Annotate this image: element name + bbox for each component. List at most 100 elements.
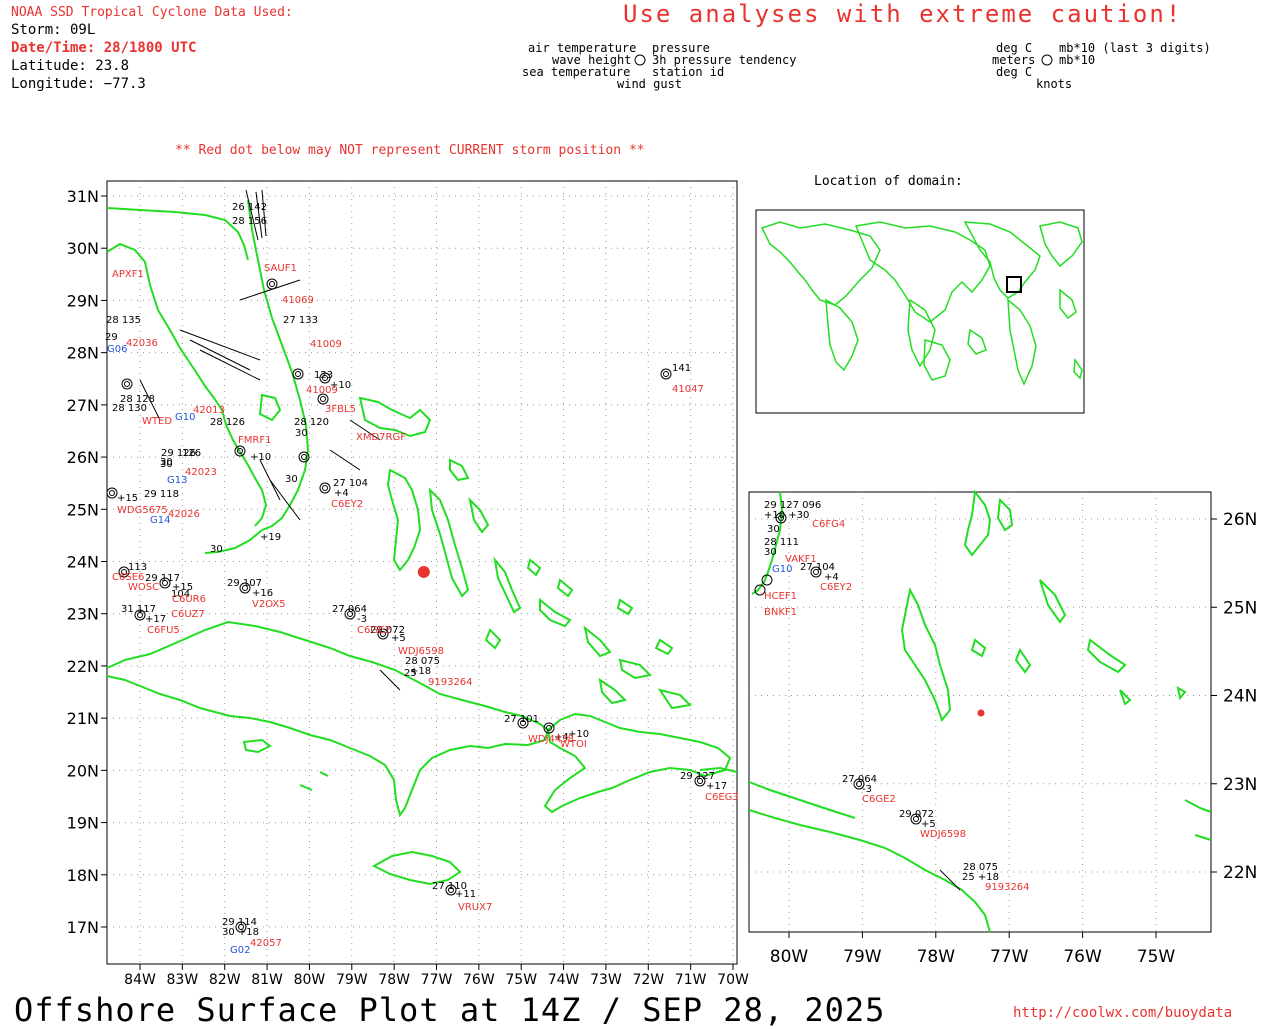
main-lon-label: 70W: [717, 972, 749, 988]
main-lon-label: 81W: [251, 972, 283, 988]
main-lon-label: 76W: [463, 972, 495, 988]
main-lat-label: 25N: [67, 500, 99, 519]
main-lon-label: 73W: [590, 972, 622, 988]
inset-lon-label: 79W: [843, 947, 882, 967]
inset-lon-label: 80W: [770, 947, 809, 967]
inset-lat-label: 23N: [1223, 775, 1257, 795]
main-lon-labels: 84W 83W 82W 81W 80W 79W 78W 77W 76W 75W 74W 73W 72W 7…: [124, 972, 749, 988]
main-lat-label: 28N: [67, 344, 99, 363]
main-lat-label: 17N: [67, 918, 99, 937]
main-lon-label: 71W: [675, 972, 707, 988]
main-lon-label: 75W: [505, 972, 537, 988]
main-lat-label: 21N: [67, 709, 99, 728]
inset-storm-dot[interactable]: [977, 709, 985, 717]
station-id-label: G02: [230, 945, 250, 956]
main-lon-label: 74W: [548, 972, 580, 988]
observation-text: 28 130: [112, 403, 147, 414]
main-lat-label: 20N: [67, 761, 99, 780]
observation-text: 29 118: [144, 489, 179, 500]
key-circle-units: [1041, 54, 1053, 66]
station-id-label: 42023: [185, 467, 217, 478]
observation-text: +17: [706, 781, 727, 792]
observation-text: 26 142: [232, 202, 267, 213]
station-id-label: G13: [167, 475, 187, 486]
main-lat-labels: 31N 30N 29N 28N 27N 26N 25N 24N 23N 22N 21N 20N 19N 1…: [67, 187, 99, 937]
observation-text: +17: [145, 614, 166, 625]
station-id-label: 3FBL5: [325, 404, 356, 415]
observation-text: 30: [160, 457, 173, 468]
inset-lon-label: 76W: [1063, 947, 1102, 967]
observation-text: 29: [105, 332, 118, 343]
locator-map: [755, 209, 1085, 414]
main-lon-label: 72W: [632, 972, 664, 988]
main-lat-label: 29N: [67, 291, 99, 310]
station-id-label: C6EY2: [331, 499, 363, 510]
observation-text: 30: [295, 428, 308, 439]
station-id-label: 41009: [306, 385, 338, 396]
main-lon-label: 80W: [294, 972, 326, 988]
footer-title: Offshore Surface Plot at 14Z / SEP 28, 2…: [14, 991, 886, 1029]
station-id-label: G06: [107, 344, 127, 355]
inset-station-id-label: C6EY2: [820, 582, 852, 593]
observation-text: +10: [250, 452, 271, 463]
inset-lat-label: 22N: [1223, 863, 1257, 883]
station-id-label: V2OX5: [252, 599, 286, 610]
main-lat-label: 18N: [67, 866, 99, 885]
main-lon-label: 84W: [124, 972, 156, 988]
inset-lat-label: 24N: [1223, 687, 1257, 707]
inset-observation-text: 30: [764, 547, 777, 558]
observation-text: 25: [404, 668, 417, 679]
observation-text: +4: [334, 488, 349, 499]
station-id-label: VRUX7: [458, 902, 492, 913]
inset-observation-text: 30: [767, 524, 780, 535]
observation-text: 27 133: [283, 315, 318, 326]
inset-station-id-label: HCEF1: [764, 591, 797, 602]
main-lon-label: 82W: [209, 972, 241, 988]
inset-lon-label: 78W: [917, 947, 956, 967]
main-lat-label: 22N: [67, 657, 99, 676]
main-lon-label: 77W: [421, 972, 453, 988]
inset-station-id-label: C6FG4: [812, 519, 845, 530]
inset-station-id-label: C6GE2: [862, 794, 896, 805]
station-id-label: C6EG3: [705, 792, 739, 803]
observation-text: +11: [455, 889, 476, 900]
inset-lon-label: 75W: [1137, 947, 1176, 967]
observation-text: 28 126: [210, 417, 245, 428]
station-id-label: C6GE2: [357, 625, 391, 636]
station-id-label: 42026: [168, 509, 200, 520]
main-lat-label: 27N: [67, 396, 99, 415]
station-id-label: 41047: [672, 384, 704, 395]
station-id-label: APXF1: [112, 269, 144, 280]
station-id-label: 42036: [126, 338, 158, 349]
key-circle: [634, 54, 646, 66]
observation-text: 28 135: [106, 315, 141, 326]
inset-lon-label: 77W: [990, 947, 1029, 967]
inset-lat-label: 26N: [1223, 510, 1257, 530]
observation-text: 141: [672, 363, 691, 374]
observation-text: -3: [357, 614, 367, 625]
observation-text: +15: [117, 493, 138, 504]
observation-text: 126: [182, 448, 201, 459]
observation-text: 28 156: [232, 216, 267, 227]
main-lon-label: 83W: [167, 972, 199, 988]
main-lat-label: 23N: [67, 605, 99, 624]
main-lat-label: 31N: [67, 187, 99, 206]
observation-text: +16: [252, 588, 273, 599]
station-id-label: C6UR6: [172, 594, 206, 605]
storm-position-dot[interactable]: [417, 565, 430, 578]
station-id-label: C6UZ7: [171, 609, 205, 620]
main-map[interactable]: [101, 180, 738, 970]
station-id-label: C6FU5: [147, 625, 180, 636]
locator-frame: [755, 209, 1085, 414]
inset-station-id-label: BNKF1: [764, 607, 797, 618]
footer-url[interactable]: http://coolwx.com/buoydata: [1013, 1006, 1232, 1020]
observation-text: +19: [260, 532, 281, 543]
observation-text: 30 +18: [222, 927, 259, 938]
main-lat-label: 24N: [67, 553, 99, 572]
station-id-label: WTED: [142, 416, 172, 427]
observation-text: 27 101: [504, 714, 539, 725]
main-lat-label: 30N: [67, 239, 99, 258]
main-lat-label: 19N: [67, 814, 99, 833]
station-id-label: 9193264: [428, 677, 473, 688]
main-lat-label: 26N: [67, 448, 99, 467]
